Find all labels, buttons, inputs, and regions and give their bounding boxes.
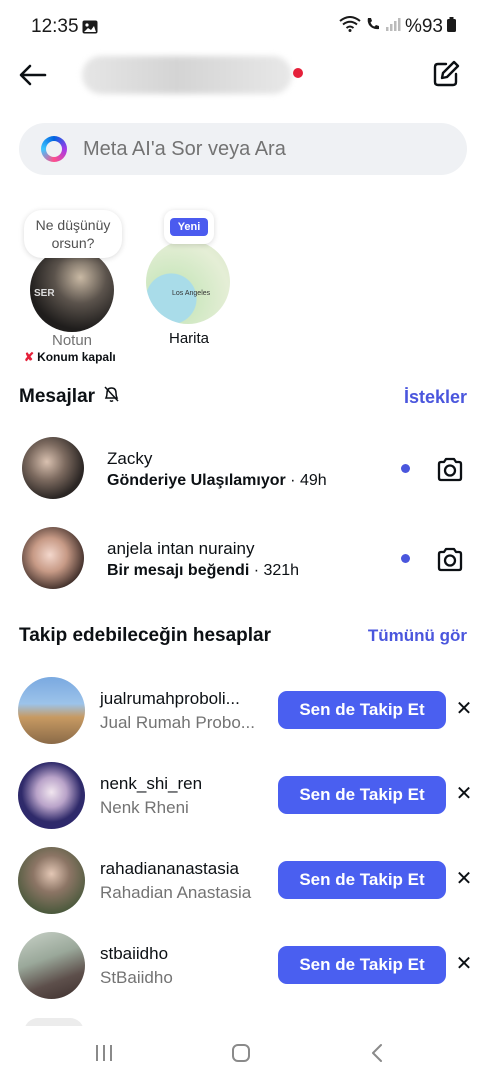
- wifi-icon: [339, 16, 361, 38]
- suggestion-row: rahadiananastasia Rahadian Anastasia Sen…: [18, 847, 478, 915]
- messages-header: Mesajlar İstekler: [19, 382, 467, 412]
- follow-button[interactable]: Sen de Takip Et: [278, 691, 446, 729]
- account-username-blurred[interactable]: [82, 56, 292, 94]
- note-prompt-line1: Ne düşünüy: [35, 217, 111, 233]
- battery-icon: [447, 16, 456, 38]
- suggestion-row: stbaiidho StBaiidho Sen de Takip Et ✕: [18, 932, 478, 1000]
- follow-button[interactable]: Sen de Takip Et: [278, 946, 446, 984]
- close-icon[interactable]: ✕: [454, 866, 474, 892]
- my-note[interactable]: SER Ne düşünüy orsun? Notun ✘ Konum kapa…: [22, 210, 150, 370]
- message-preview: Bir mesajı beğendi · 321h: [107, 562, 300, 579]
- suggestion-handle[interactable]: rahadiananastasia: [100, 859, 239, 879]
- home-icon[interactable]: [221, 1038, 261, 1068]
- suggestion-handle[interactable]: nenk_shi_ren: [100, 774, 202, 794]
- suggestion-row: jualrumahproboli... Jual Rumah Probo... …: [18, 677, 478, 745]
- message-sender: anjela intan nurainy: [107, 539, 255, 558]
- map-thumbnail: Los Angeles: [146, 240, 230, 324]
- arrow-left-icon[interactable]: [16, 58, 50, 92]
- bell-off-icon[interactable]: [103, 385, 120, 409]
- close-icon[interactable]: ✕: [454, 781, 474, 807]
- edit-icon[interactable]: [428, 56, 464, 92]
- search-input[interactable]: Meta AI'a Sor veya Ara: [19, 123, 467, 175]
- notification-dot: [293, 68, 303, 78]
- message-row-anjela[interactable]: anjela intan nurainy Bir mesajı beğendi …: [22, 527, 466, 593]
- suggestion-name: Jual Rumah Probo...: [100, 713, 255, 732]
- suggestion-name: StBaiidho: [100, 968, 173, 987]
- close-icon[interactable]: ✕: [454, 951, 474, 977]
- chat-header: [0, 54, 486, 98]
- avatar: [22, 527, 84, 589]
- status-indicators: %93: [339, 16, 456, 38]
- message-preview: Gönderiye Ulaşılamıyor · 49h: [107, 472, 327, 489]
- suggestion-handle[interactable]: jualrumahproboli...: [100, 689, 240, 709]
- follow-button[interactable]: Sen de Takip Et: [278, 776, 446, 814]
- suggestion-row: nenk_shi_ren Nenk Rheni Sen de Takip Et …: [18, 762, 478, 830]
- recents-icon[interactable]: [84, 1038, 124, 1068]
- avatar[interactable]: [18, 677, 85, 744]
- search-placeholder: Meta AI'a Sor veya Ara: [83, 137, 286, 160]
- signal-icon: [385, 16, 401, 38]
- note-label: Notun: [51, 332, 93, 349]
- suggestions-title: Takip edebileceğin hesaplar: [19, 625, 272, 646]
- avatar: [22, 437, 84, 499]
- my-note-avatar: SER: [30, 248, 114, 332]
- message-sender: Zacky: [107, 449, 153, 468]
- battery-level: %93: [404, 16, 443, 37]
- see-all-link[interactable]: Tümünü gör: [368, 626, 467, 646]
- status-bar: 12:35 %93: [0, 0, 486, 54]
- messages-title: Mesajlar: [19, 385, 120, 409]
- camera-icon[interactable]: [435, 455, 465, 485]
- back-nav-icon[interactable]: [357, 1038, 397, 1068]
- requests-link[interactable]: İstekler: [404, 387, 467, 408]
- note-prompt-line2: orsun?: [51, 235, 95, 251]
- avatar[interactable]: [18, 762, 85, 829]
- location-status: ✘ Konum kapalı: [24, 350, 116, 364]
- follow-button[interactable]: Sen de Takip Et: [278, 861, 446, 899]
- suggestions-header: Takip edebileceğin hesaplar Tümünü gör: [19, 621, 467, 651]
- unread-dot: [401, 464, 410, 473]
- avatar[interactable]: [18, 932, 85, 999]
- status-time: 12:35: [31, 16, 79, 37]
- map-label: Harita: [168, 330, 209, 347]
- system-nav-bar: [0, 1026, 486, 1080]
- new-badge-bubble: Yeni: [164, 210, 214, 244]
- map-item[interactable]: Los Angeles Yeni Harita: [146, 210, 232, 350]
- location-status-label: Konum kapalı: [37, 350, 116, 364]
- map-place-label: Los Angeles: [172, 290, 211, 297]
- meta-ai-icon: [41, 136, 67, 162]
- close-icon[interactable]: ✕: [454, 696, 474, 722]
- suggestion-handle[interactable]: stbaiidho: [100, 944, 168, 964]
- message-row-zacky[interactable]: Zacky Gönderiye Ulaşılamıyor · 49h: [22, 437, 466, 503]
- wifi-call-icon: [365, 16, 381, 38]
- note-prompt-bubble[interactable]: Ne düşünüy orsun?: [24, 210, 122, 258]
- avatar[interactable]: [18, 847, 85, 914]
- unread-dot: [401, 554, 410, 563]
- location-off-icon: ✘: [24, 350, 35, 364]
- suggestion-name: Nenk Rheni: [100, 798, 189, 817]
- gallery-notification-icon: [82, 20, 98, 39]
- suggestion-name: Rahadian Anastasia: [100, 883, 252, 902]
- camera-icon[interactable]: [435, 545, 465, 575]
- new-badge: Yeni: [169, 218, 209, 236]
